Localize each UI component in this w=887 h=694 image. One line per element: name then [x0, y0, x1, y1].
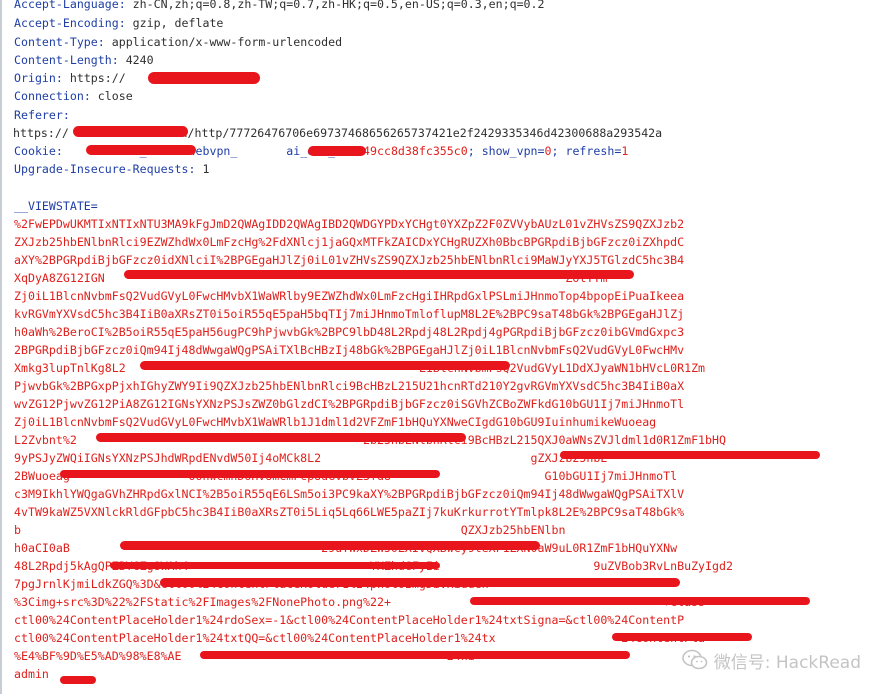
body-line: Zj0iL1BlcnNvbmFsQ2VudGVyL0FwcHMvbX1WaWRl… — [14, 415, 657, 429]
header-name: Content-Type — [14, 35, 98, 49]
wechat-watermark: 微信号: HackRead — [681, 648, 861, 673]
header-name: Cookie — [14, 144, 56, 158]
http-request-viewer: Accept-Language: zh-CN,zh;q=0.8,zh-TW;q=… — [0, 0, 887, 694]
header-name: Referer — [14, 108, 63, 122]
redaction-mark — [560, 451, 820, 459]
body-line: 4vTW9kaWZ5VXNlckRldGFpbC5hc3B4IiB0aXRsZT… — [14, 505, 685, 519]
body-param-name: __VIEWSTATE= — [14, 199, 98, 213]
redaction-mark — [120, 541, 540, 550]
redaction-mark — [96, 433, 466, 442]
redaction-mark — [60, 470, 440, 478]
header-name: Upgrade-Insecure-Requests — [14, 162, 189, 176]
redaction-mark — [124, 270, 634, 279]
header-value: 4240 — [125, 53, 154, 67]
body-line: 2BPGRpdiBjbGFzcz0iQm94Ij48dWwgaWQgPSAiTX… — [14, 343, 685, 357]
header-line-accept-language: Accept-Language: zh-CN,zh;q=0.8,zh-TW;q=… — [14, 0, 545, 13]
body-line: 9yPSJyZWQiIGNsYXNzPSJhdWRpdENvdW50Ij4oMC… — [14, 451, 608, 465]
header-value: 1 — [202, 162, 210, 176]
body-line: wvZG12PjwvZG12PiA8ZG12IGNsYXNzPSJsZWZ0bG… — [14, 397, 685, 411]
redaction-mark — [160, 578, 680, 587]
header-line-accept-encoding: Accept-Encoding: gzip, deflate — [14, 16, 224, 30]
redaction-mark — [110, 562, 440, 569]
body-line: ctl00%24ContentPlaceHolder1%24txtQQ=&ctl… — [14, 631, 706, 645]
gutter-divider — [0, 0, 2, 694]
redaction-mark — [612, 633, 752, 641]
body-line: ZXJzb25hbENlbnRlci9EZWZhdWx0LmFzcHg%2FdX… — [14, 235, 685, 249]
redaction-mark — [73, 126, 188, 137]
header-value: application/x-www-form-urlencoded — [111, 35, 343, 49]
watermark-text: 微信号: HackRead — [713, 652, 861, 673]
redaction-mark — [148, 72, 260, 84]
header-line-content-length: Content-Length: 4240 — [14, 53, 154, 67]
header-line-content-type: Content-Type: application/x-www-form-url… — [14, 35, 343, 49]
redaction-mark — [60, 676, 96, 684]
body-line: PjwvbGk%2BPGxpPjxhIGhyZWY9Ii9QZXJzb25hbE… — [14, 379, 685, 393]
header-value: zh-CN,zh;q=0.8,zh-TW;q=0.7,zh-HK;q=0.5,e… — [132, 0, 545, 11]
redaction-mark — [308, 146, 366, 156]
redaction-mark — [200, 651, 630, 659]
body-line: c3M9IkhlYWQgaGVhZHRpdGxlNCI%2B5oiR55qE6L… — [14, 487, 685, 501]
body-line: b QZXJzb25hbENlbn — [14, 523, 566, 537]
wechat-icon — [681, 649, 708, 670]
header-name: Origin — [14, 71, 56, 85]
body-line: aXY%2BPGRpdiBjbGFzcz0idXNlciI%2BPGEgaHJl… — [14, 253, 685, 267]
body-line: h0aWh%2BeroCI%2B5oiR55qE5paH56ugPC9hPjwv… — [14, 325, 685, 339]
redaction-mark — [140, 361, 510, 370]
body-line: %2FwEPDwUKMTIxNTIxNTU3MA9kFgJmD2QWAgIDD2… — [14, 217, 685, 231]
header-line-upgrade-insecure-requests: Upgrade-Insecure-Requests: 1 — [14, 162, 210, 176]
body-line-admin: admin — [14, 667, 49, 681]
header-name: Accept-Language — [14, 0, 119, 11]
redaction-mark — [470, 597, 810, 605]
header-value: close — [97, 89, 133, 103]
header-line-connection: Connection: close — [14, 89, 133, 103]
header-name: Accept-Encoding — [14, 16, 119, 30]
body-line: ctl00%24ContentPlaceHolder1%24rdoSex=-1&… — [14, 613, 685, 627]
header-line-referer: Referer: — [14, 108, 70, 122]
body-line: Zj0iL1BlcnNvbmFsQ2VudGVyL0FwcHMvbX1WaWRl… — [14, 289, 685, 303]
body-line: kvRGVmYXVsdC5hc3B4IiB0aXRsZT0i5oiR55qE5p… — [14, 307, 685, 321]
header-value: gzip, deflate — [132, 16, 224, 30]
header-name: Content-Length — [14, 53, 112, 67]
redaction-mark — [86, 145, 196, 155]
header-name: Connection — [14, 89, 84, 103]
